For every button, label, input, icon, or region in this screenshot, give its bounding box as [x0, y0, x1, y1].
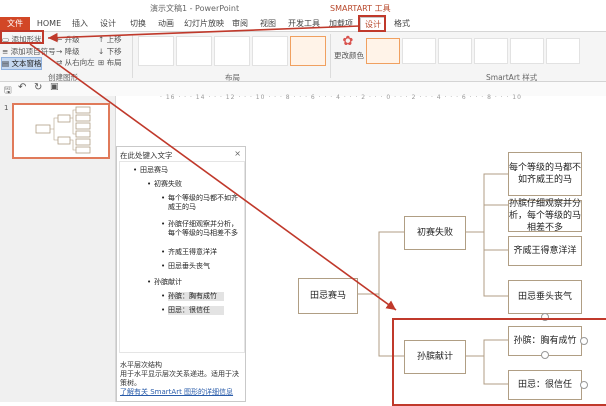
annotation-arrows [29, 25, 397, 311]
